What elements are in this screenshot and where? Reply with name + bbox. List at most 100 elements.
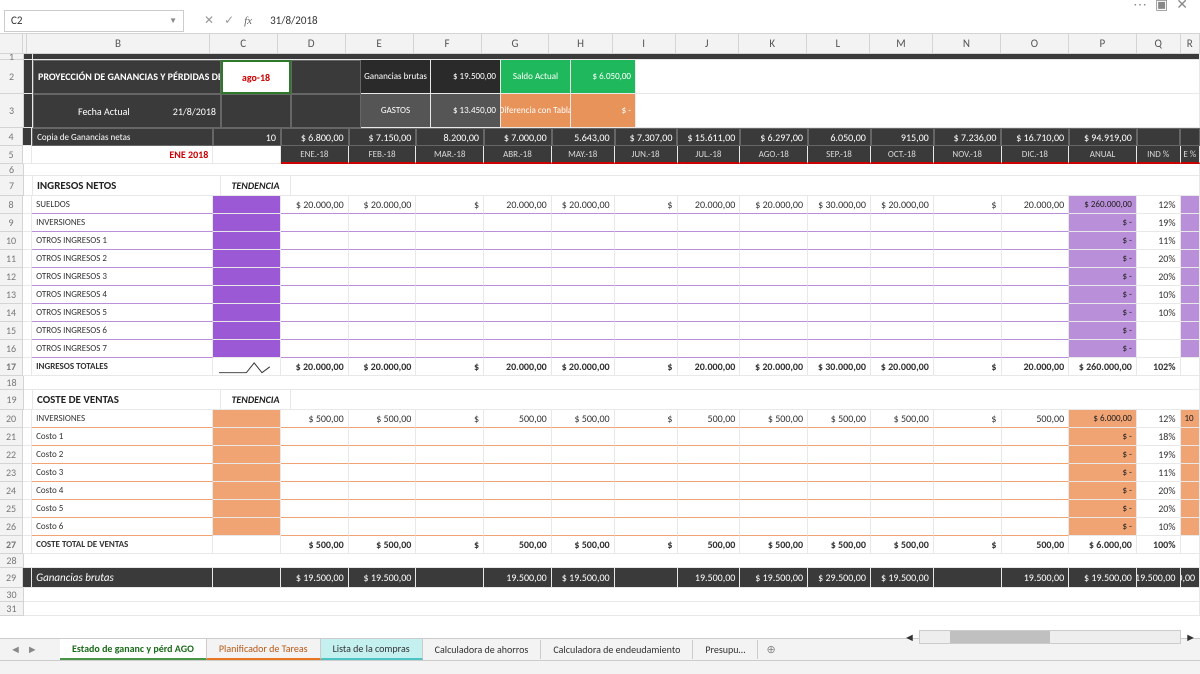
data-cell[interactable]: [484, 304, 552, 322]
data-cell[interactable]: [871, 304, 934, 322]
data-cell[interactable]: [871, 428, 934, 446]
data-cell[interactable]: [934, 268, 1002, 286]
sheet-tab-estado[interactable]: Estado de gananc y pérd AGO: [60, 639, 207, 660]
data-cell[interactable]: 500,00: [678, 410, 741, 428]
data-cell[interactable]: $ 500,00: [281, 410, 349, 428]
data-cell[interactable]: [281, 500, 349, 518]
data-cell[interactable]: [615, 232, 678, 250]
data-cell[interactable]: [484, 500, 552, 518]
data-cell[interactable]: [808, 500, 871, 518]
data-cell[interactable]: [740, 518, 808, 536]
annual-cell[interactable]: $ -: [1069, 482, 1137, 500]
col-header-K[interactable]: K: [739, 34, 807, 53]
row-label[interactable]: Costo 2: [32, 446, 213, 464]
window-close-icon[interactable]: ✕: [1176, 0, 1188, 13]
data-cell[interactable]: [808, 322, 871, 340]
name-box-dropdown-icon[interactable]: ▼: [169, 16, 177, 26]
annual-cell[interactable]: $ -: [1069, 518, 1137, 536]
data-cell[interactable]: [416, 464, 484, 482]
data-cell[interactable]: [349, 340, 417, 358]
pct-cell[interactable]: 12%: [1137, 196, 1181, 214]
data-cell[interactable]: [1002, 500, 1070, 518]
data-cell[interactable]: [615, 340, 678, 358]
pct-cell[interactable]: 20%: [1137, 500, 1181, 518]
pct-cell[interactable]: [1137, 322, 1181, 340]
sheet-tab-planificador[interactable]: Planificador de Tareas: [207, 639, 321, 660]
pct-cell[interactable]: 10%: [1137, 304, 1181, 322]
data-cell[interactable]: [281, 446, 349, 464]
data-cell[interactable]: [484, 232, 552, 250]
data-cell[interactable]: [281, 464, 349, 482]
col-header-P[interactable]: P: [1069, 34, 1137, 53]
data-cell[interactable]: [484, 446, 552, 464]
data-cell[interactable]: [871, 214, 934, 232]
data-cell[interactable]: [281, 340, 349, 358]
tab-nav-next-icon[interactable]: ►: [27, 643, 38, 656]
data-cell[interactable]: [552, 340, 615, 358]
data-cell[interactable]: $ 500,00: [740, 410, 808, 428]
data-cell[interactable]: [678, 322, 741, 340]
row-label[interactable]: OTROS INGRESOS 4: [32, 286, 213, 304]
col-header-I[interactable]: I: [613, 34, 676, 53]
data-cell[interactable]: [740, 428, 808, 446]
data-cell[interactable]: [934, 340, 1002, 358]
pct-cell[interactable]: 18%: [1137, 428, 1181, 446]
data-cell[interactable]: $ 20.000,00: [871, 196, 934, 214]
pct-cell[interactable]: [1137, 340, 1181, 358]
data-cell[interactable]: [349, 500, 417, 518]
row-label[interactable]: Costo 3: [32, 464, 213, 482]
data-cell[interactable]: [349, 482, 417, 500]
data-cell[interactable]: [615, 304, 678, 322]
data-cell[interactable]: [416, 446, 484, 464]
data-cell[interactable]: [871, 268, 934, 286]
data-cell[interactable]: 20.000,00: [484, 196, 552, 214]
data-cell[interactable]: [740, 232, 808, 250]
data-cell[interactable]: [871, 322, 934, 340]
annual-cell[interactable]: $ -: [1069, 232, 1137, 250]
spreadsheet-grid[interactable]: 1 2 PROYECCIÓN DE GANANCIAS Y PÉRDIDAS D…: [0, 54, 1200, 646]
pct-cell[interactable]: 12%: [1137, 410, 1181, 428]
data-cell[interactable]: $: [615, 410, 678, 428]
col-header-C[interactable]: C: [210, 34, 278, 53]
data-cell[interactable]: [615, 446, 678, 464]
data-cell[interactable]: [934, 304, 1002, 322]
data-cell[interactable]: [934, 446, 1002, 464]
data-cell[interactable]: [552, 482, 615, 500]
data-cell[interactable]: [678, 268, 741, 286]
data-cell[interactable]: [678, 518, 741, 536]
data-cell[interactable]: [615, 322, 678, 340]
data-cell[interactable]: [281, 428, 349, 446]
data-cell[interactable]: [1002, 482, 1070, 500]
data-cell[interactable]: [615, 464, 678, 482]
row-header-3[interactable]: 3: [0, 94, 24, 128]
data-cell[interactable]: [740, 464, 808, 482]
data-cell[interactable]: [808, 232, 871, 250]
sheet-tab-presupu[interactable]: Presupu…: [693, 640, 758, 659]
annual-cell[interactable]: $ -: [1069, 286, 1137, 304]
data-cell[interactable]: [552, 232, 615, 250]
data-cell[interactable]: [1002, 518, 1070, 536]
annual-cell[interactable]: $ -: [1069, 340, 1137, 358]
data-cell[interactable]: [678, 500, 741, 518]
data-cell[interactable]: [740, 482, 808, 500]
data-cell[interactable]: $ 30.000,00: [808, 196, 871, 214]
annual-cell[interactable]: $ -: [1069, 446, 1137, 464]
data-cell[interactable]: [808, 428, 871, 446]
data-cell[interactable]: [349, 304, 417, 322]
row-label[interactable]: Costo 5: [32, 500, 213, 518]
data-cell[interactable]: [934, 464, 1002, 482]
add-sheet-icon[interactable]: ⊕: [758, 643, 783, 656]
period-cell[interactable]: ago-18: [221, 60, 291, 94]
row-header-5[interactable]: 5: [0, 146, 23, 164]
row-label[interactable]: SUELDOS: [32, 196, 213, 214]
data-cell[interactable]: [349, 286, 417, 304]
data-cell[interactable]: [349, 464, 417, 482]
data-cell[interactable]: $ 500,00: [552, 410, 615, 428]
data-cell[interactable]: [871, 518, 934, 536]
data-cell[interactable]: [934, 518, 1002, 536]
row-header-4[interactable]: 4: [0, 128, 23, 146]
data-cell[interactable]: [416, 214, 484, 232]
data-cell[interactable]: [808, 464, 871, 482]
data-cell[interactable]: $ 500,00: [349, 410, 417, 428]
data-cell[interactable]: [484, 482, 552, 500]
